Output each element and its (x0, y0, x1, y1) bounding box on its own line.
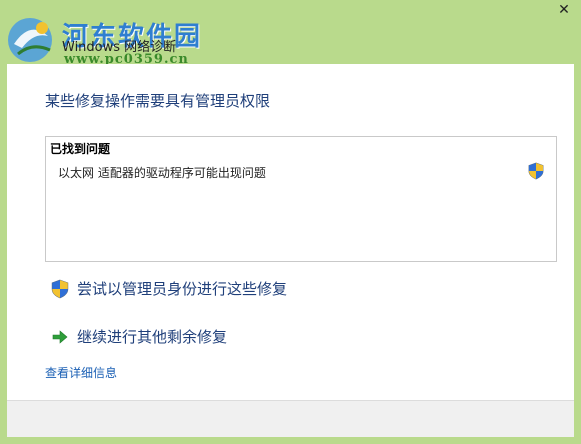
window-title: Windows 网络诊断 (62, 40, 177, 55)
run-as-admin-action[interactable]: 尝试以管理员身份进行这些修复 (51, 278, 287, 299)
continue-other-fixes-label: 继续进行其他剩余修复 (77, 328, 228, 346)
title-bar[interactable]: ✕ 河东软件园 www.pc0359.cn Windows 网络诊断 (0, 0, 581, 67)
close-icon: ✕ (558, 2, 570, 18)
page-title: 某些修复操作需要具有管理员权限 (45, 92, 271, 110)
uac-shield-icon (51, 279, 69, 298)
run-as-admin-label: 尝试以管理员身份进行这些修复 (77, 280, 288, 298)
problem-item-label: 以太网 适配器的驱动程序可能出现问题 (58, 166, 266, 180)
view-details-link[interactable]: 查看详细信息 (45, 364, 117, 381)
problems-found-box: 已找到问题 以太网 适配器的驱动程序可能出现问题 (45, 136, 557, 262)
continue-other-fixes-action[interactable]: 继续进行其他剩余修复 (51, 326, 227, 347)
footer-bar (7, 400, 574, 437)
green-arrow-icon (52, 329, 68, 344)
watermark-logo-icon (8, 18, 52, 62)
uac-shield-icon (528, 162, 544, 180)
close-button[interactable]: ✕ (547, 0, 581, 20)
diagnostics-window: ✕ 河东软件园 www.pc0359.cn Windows 网络诊断 某些修复操… (0, 0, 581, 444)
problems-found-header: 已找到问题 (50, 142, 111, 156)
content-panel: 某些修复操作需要具有管理员权限 已找到问题 以太网 适配器的驱动程序可能出现问题… (7, 64, 574, 400)
